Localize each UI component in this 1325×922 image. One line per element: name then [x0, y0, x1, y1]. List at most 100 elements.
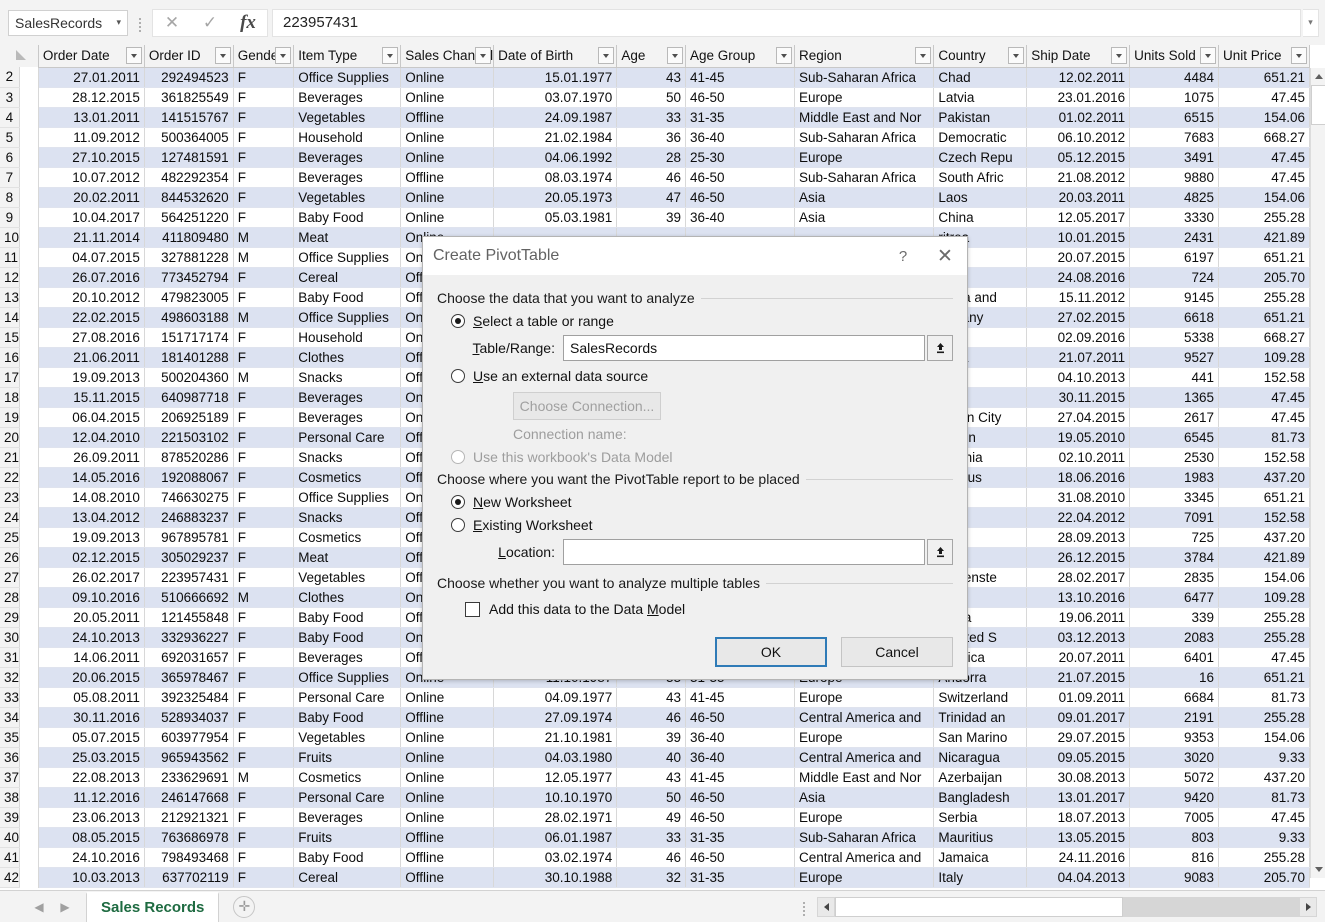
cell[interactable]: 803: [1130, 827, 1219, 847]
cell[interactable]: 651.21: [1219, 307, 1310, 327]
sheet-tab-sales-records[interactable]: Sales Records: [86, 892, 219, 922]
drag-grip-icon[interactable]: [797, 896, 811, 918]
row-header[interactable]: 11: [0, 247, 19, 267]
cell[interactable]: F: [233, 407, 294, 427]
cell[interactable]: 50: [617, 87, 686, 107]
cell[interactable]: 22.08.2013: [38, 767, 144, 787]
cell[interactable]: 28.12.2015: [38, 87, 144, 107]
table-row[interactable]: 511.09.2012500364005FHouseholdOnline21.0…: [0, 127, 1310, 147]
cell[interactable]: F: [233, 867, 294, 887]
cell[interactable]: 10.01.2015: [1027, 227, 1130, 247]
cell[interactable]: 1983: [1130, 467, 1219, 487]
cell[interactable]: 725: [1130, 527, 1219, 547]
cell[interactable]: 21.07.2011: [1027, 347, 1130, 367]
cell[interactable]: 25-30: [685, 147, 794, 167]
cell[interactable]: F: [233, 467, 294, 487]
cell[interactable]: 28.09.2013: [1027, 527, 1130, 547]
filter-dropdown-icon[interactable]: [126, 47, 142, 64]
row-header[interactable]: 41: [0, 847, 19, 867]
cell[interactable]: Beverages: [294, 387, 401, 407]
cell[interactable]: Beverages: [294, 647, 401, 667]
row-header[interactable]: 2: [0, 67, 19, 87]
cell[interactable]: Beverages: [294, 87, 401, 107]
cell[interactable]: 3491: [1130, 147, 1219, 167]
row-header[interactable]: 14: [0, 307, 19, 327]
cell[interactable]: F: [233, 607, 294, 627]
cell[interactable]: 5338: [1130, 327, 1219, 347]
dialog-title-bar[interactable]: Create PivotTable ? ✕: [423, 237, 967, 275]
cell[interactable]: 27.08.2016: [38, 327, 144, 347]
vertical-scrollbar[interactable]: [1310, 68, 1325, 878]
filter-dropdown-icon[interactable]: [1291, 47, 1307, 64]
name-box[interactable]: SalesRecords ▾: [8, 10, 128, 36]
cell[interactable]: 2835: [1130, 567, 1219, 587]
horizontal-scroll-track[interactable]: [835, 897, 1299, 917]
cell[interactable]: 154.06: [1219, 107, 1310, 127]
cell[interactable]: 06.10.2012: [1027, 127, 1130, 147]
cell[interactable]: 651.21: [1219, 667, 1310, 687]
cell[interactable]: 500364005: [144, 127, 233, 147]
row-header[interactable]: 42: [0, 867, 19, 887]
cell[interactable]: 47.45: [1219, 387, 1310, 407]
cell[interactable]: 109.28: [1219, 587, 1310, 607]
cell[interactable]: 30.11.2015: [1027, 387, 1130, 407]
cell[interactable]: 46: [617, 847, 686, 867]
cell[interactable]: 31-35: [685, 827, 794, 847]
location-input[interactable]: [563, 539, 925, 565]
cell[interactable]: 32: [617, 867, 686, 887]
cell[interactable]: Baby Food: [294, 607, 401, 627]
cell[interactable]: Office Supplies: [294, 487, 401, 507]
cell[interactable]: Office Supplies: [294, 307, 401, 327]
cell[interactable]: Fruits: [294, 747, 401, 767]
table-row[interactable]: 710.07.2012482292354FBeveragesOffline08.…: [0, 167, 1310, 187]
cell[interactable]: 19.09.2013: [38, 367, 144, 387]
cell[interactable]: Asia: [795, 187, 934, 207]
cell[interactable]: 1075: [1130, 87, 1219, 107]
cell[interactable]: 47.45: [1219, 167, 1310, 187]
cell[interactable]: 47.45: [1219, 147, 1310, 167]
cell[interactable]: 47.45: [1219, 807, 1310, 827]
cell[interactable]: 10.04.2017: [38, 207, 144, 227]
cell[interactable]: 651.21: [1219, 67, 1310, 87]
cell[interactable]: F: [233, 487, 294, 507]
cell[interactable]: 421.89: [1219, 227, 1310, 247]
cell[interactable]: F: [233, 287, 294, 307]
cell[interactable]: 08.03.1974: [494, 167, 617, 187]
cell[interactable]: 81.73: [1219, 427, 1310, 447]
cell[interactable]: Cereal: [294, 267, 401, 287]
cell[interactable]: Asia: [795, 207, 934, 227]
cell[interactable]: Europe: [795, 87, 934, 107]
table-row[interactable]: 627.10.2015127481591FBeveragesOnline04.0…: [0, 147, 1310, 167]
cell[interactable]: 22.02.2015: [38, 307, 144, 327]
cell[interactable]: 26.02.2017: [38, 567, 144, 587]
cell[interactable]: 878520286: [144, 447, 233, 467]
cell[interactable]: 305029237: [144, 547, 233, 567]
cell[interactable]: 205.70: [1219, 267, 1310, 287]
cell[interactable]: 05.12.2015: [1027, 147, 1130, 167]
cell[interactable]: 46-50: [685, 787, 794, 807]
cell[interactable]: 30.11.2016: [38, 707, 144, 727]
row-header[interactable]: 38: [0, 787, 19, 807]
row-header[interactable]: 6: [0, 147, 19, 167]
cell[interactable]: F: [233, 687, 294, 707]
cell[interactable]: Democratic: [934, 127, 1027, 147]
confirm-check-icon[interactable]: ✓: [191, 10, 229, 36]
cell[interactable]: 154.06: [1219, 727, 1310, 747]
cell[interactable]: 154.06: [1219, 187, 1310, 207]
cell[interactable]: 12.05.2017: [1027, 207, 1130, 227]
cell[interactable]: 20.03.2011: [1027, 187, 1130, 207]
table-row[interactable]: 3722.08.2013233629691MCosmeticsOnline12.…: [0, 767, 1310, 787]
cell[interactable]: 640987718: [144, 387, 233, 407]
cell[interactable]: 1365: [1130, 387, 1219, 407]
cell[interactable]: Personal Care: [294, 687, 401, 707]
cell[interactable]: F: [233, 427, 294, 447]
cell[interactable]: 21.07.2015: [1027, 667, 1130, 687]
cell[interactable]: Czech Repu: [934, 147, 1027, 167]
row-header[interactable]: 25: [0, 527, 19, 547]
cell[interactable]: 22.04.2012: [1027, 507, 1130, 527]
cell[interactable]: 332936227: [144, 627, 233, 647]
cell[interactable]: Beverages: [294, 807, 401, 827]
row-header[interactable]: 29: [0, 607, 19, 627]
cell[interactable]: Snacks: [294, 447, 401, 467]
cell[interactable]: F: [233, 147, 294, 167]
